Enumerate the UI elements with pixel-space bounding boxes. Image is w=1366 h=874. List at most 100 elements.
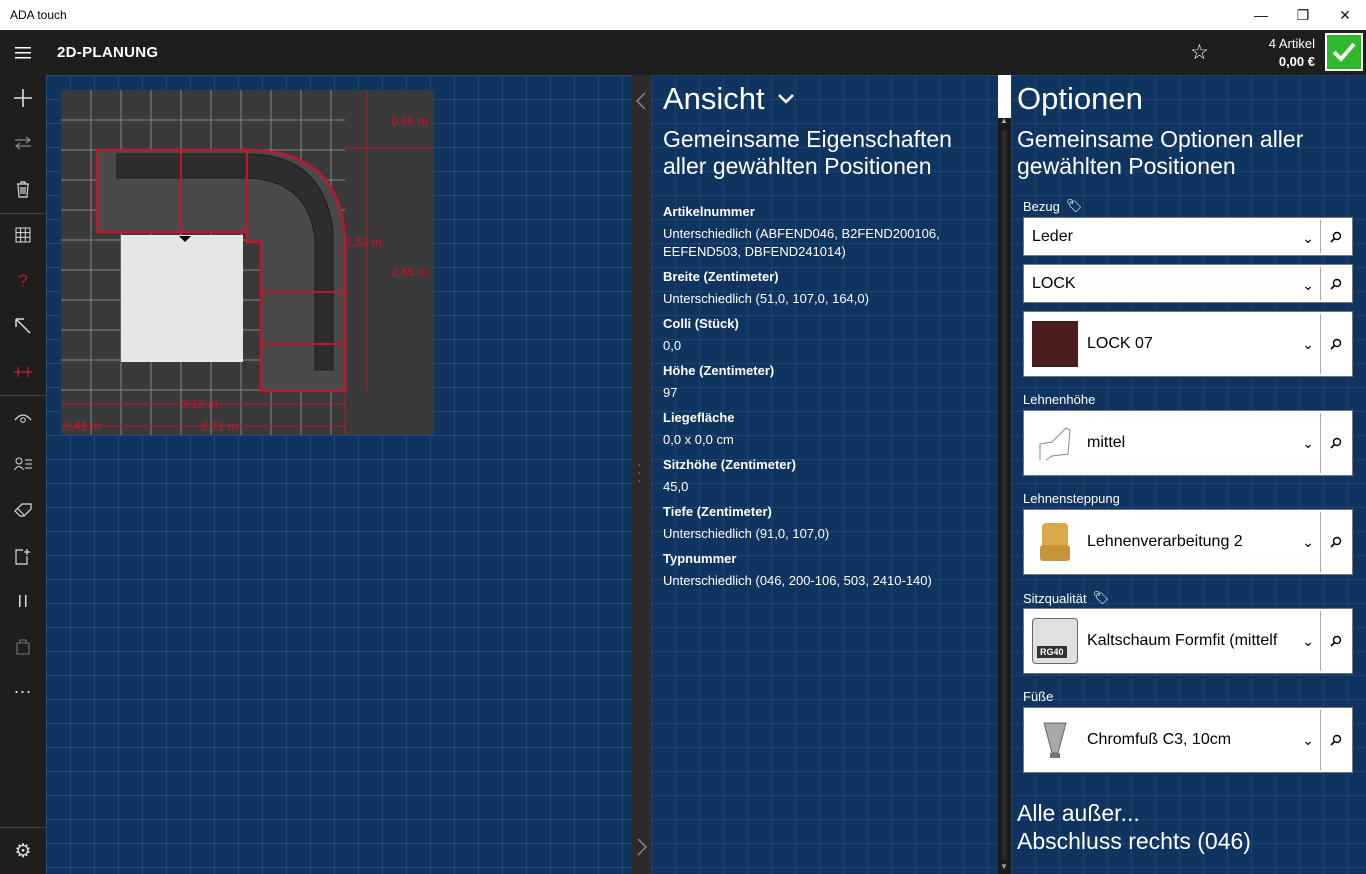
cart-total: 0,00 €: [1278, 54, 1315, 69]
close-button[interactable]: ✕: [1322, 0, 1366, 30]
settings-button[interactable]: ⚙: [0, 831, 46, 871]
scrollbar-thumb[interactable]: [1002, 130, 1007, 860]
property-value: 97: [663, 385, 678, 400]
chevron-down-icon: ⌄: [1302, 336, 1314, 352]
fuesse-select[interactable]: Chromfuß C3, 10cm ⌄: [1023, 707, 1353, 773]
view-title: Ansicht: [663, 81, 765, 116]
cart-count: 4 Artikel: [1268, 36, 1315, 51]
select-tool[interactable]: [0, 306, 46, 346]
search-button[interactable]: [1320, 220, 1350, 253]
search-icon: [1329, 635, 1341, 647]
property-label: Typnummer: [663, 551, 737, 566]
scroll-up-icon[interactable]: ▲: [1000, 116, 1008, 125]
measure-tool[interactable]: [0, 352, 46, 392]
property-value: 0,0 x 0,0 cm: [663, 432, 734, 447]
options-subtitle: Gemeinsame Optionen aller gewählten Posi…: [1017, 126, 1304, 179]
search-icon: [1329, 437, 1341, 449]
lehnenhoehe-select[interactable]: mittel ⌄: [1023, 410, 1353, 476]
toolbar-divider: [0, 395, 46, 396]
maximize-button[interactable]: ❐: [1280, 0, 1326, 30]
search-button[interactable]: [1320, 267, 1350, 300]
trash-icon: [17, 180, 29, 198]
properties-subtitle: Gemeinsame Eigenschaften aller gewählten…: [663, 126, 952, 179]
search-button[interactable]: [1320, 710, 1350, 770]
question-icon: ?: [18, 271, 28, 290]
bag-tool[interactable]: [0, 627, 46, 667]
toolbar-divider: [0, 213, 46, 214]
person-list-icon: [14, 457, 32, 471]
lehnenhoehe-label: Lehnenhöhe: [1023, 392, 1096, 407]
scroll-down-icon[interactable]: ▼: [1000, 862, 1008, 871]
checkmark-icon: [1332, 42, 1356, 62]
planning-canvas[interactable]: 0,66 m 3,32 m 2,65 m 3,12 m 0,41 m 2,71 …: [46, 75, 632, 874]
bezug-collection-select[interactable]: LOCK ⌄: [1023, 264, 1353, 303]
select-value: Leder: [1032, 228, 1073, 245]
armrest-height-icon: [1039, 427, 1071, 461]
menu-button[interactable]: [0, 30, 46, 75]
cushion-icon: [1040, 523, 1070, 561]
arrow-icon: [15, 318, 31, 334]
customer-tool[interactable]: [0, 444, 46, 484]
select-value: Chromfuß C3, 10cm: [1087, 731, 1232, 748]
pause-tool[interactable]: [0, 581, 46, 621]
minimize-icon: —: [1254, 7, 1268, 23]
options-title: Optionen: [1017, 81, 1143, 116]
bag-icon: [16, 639, 30, 655]
bezug-label-row: Bezug 🏷: [1023, 198, 1082, 214]
search-icon: [1329, 338, 1341, 350]
swap-icon: [14, 136, 32, 150]
property-value: 0,0: [663, 338, 682, 353]
view-tool[interactable]: [0, 398, 46, 438]
chevron-right-icon[interactable]: [636, 838, 648, 856]
minimize-button[interactable]: —: [1238, 0, 1284, 30]
property-value: Unterschiedlich (91,0, 107,0): [663, 526, 830, 541]
note-add-icon: [15, 548, 30, 565]
chevron-down-icon: ⌄: [1302, 277, 1314, 293]
property-label: Artikelnummer: [663, 204, 755, 219]
property-label: Liegefläche: [663, 410, 735, 425]
chrome-foot-icon: [1043, 722, 1067, 758]
view-dropdown[interactable]: Ansicht: [663, 81, 795, 117]
dim-label-top-right: 0,66 m: [391, 114, 428, 128]
property-label: Tiefe (Zentimeter): [663, 504, 772, 519]
help-tool[interactable]: ?: [0, 261, 46, 301]
floor-plan[interactable]: 0,66 m 3,32 m 2,65 m 3,12 m 0,41 m 2,71 …: [61, 90, 434, 435]
grid-tool[interactable]: [0, 215, 46, 255]
search-icon: [1329, 278, 1341, 290]
sitzqualitaet-select[interactable]: RG40 Kaltschaum Formfit (mittelf ⌄: [1023, 608, 1353, 674]
lehnensteppung-select[interactable]: Lehnenverarbeitung 2 ⌄: [1023, 509, 1353, 575]
drag-handle-icon[interactable]: · · ·: [637, 457, 642, 487]
hamburger-icon: [15, 46, 31, 58]
search-button[interactable]: [1320, 512, 1350, 572]
chevron-left-icon[interactable]: [635, 92, 647, 110]
dim-label-right-b: 2,65 m: [391, 265, 428, 279]
panel-splitter[interactable]: · · ·: [632, 75, 651, 874]
bezug-material-select[interactable]: Leder ⌄: [1023, 217, 1353, 256]
favorite-button[interactable]: ☆: [1190, 40, 1209, 65]
delete-tool[interactable]: [0, 169, 46, 209]
lehnensteppung-label: Lehnensteppung: [1023, 491, 1120, 506]
search-button[interactable]: [1320, 413, 1350, 473]
add-tool[interactable]: [0, 78, 46, 118]
confirm-button[interactable]: [1325, 33, 1363, 71]
swap-tool[interactable]: [0, 123, 46, 163]
gear-icon: ⚙: [14, 840, 32, 862]
property-label: Breite (Zentimeter): [663, 269, 779, 284]
sitzqualitaet-label: Sitzqualität: [1023, 590, 1087, 606]
window-titlebar: ADA touch — ❐ ✕: [0, 0, 1366, 30]
note-tool[interactable]: [0, 536, 46, 576]
dim-label-bottom-b: 2,71 m: [201, 419, 238, 433]
lehnensteppung-label-row: Lehnensteppung: [1023, 491, 1120, 506]
property-label: Sitzhöhe (Zentimeter): [663, 457, 796, 472]
foam-badge: RG40: [1037, 646, 1067, 658]
bezug-color-select[interactable]: LOCK 07 ⌄: [1023, 311, 1353, 377]
search-button[interactable]: [1320, 314, 1350, 374]
more-tool[interactable]: ⋯: [0, 672, 46, 712]
eraser-tool[interactable]: [0, 490, 46, 530]
dim-label-bottom-left: 0,41 m: [64, 419, 101, 433]
options-scrollbar[interactable]: ▲ ▼: [998, 116, 1011, 874]
search-button[interactable]: [1320, 611, 1350, 671]
tag-icon: 🏷: [1092, 590, 1110, 605]
exceptions-title: Alle außer...: [1017, 800, 1140, 826]
chevron-down-icon: [777, 94, 794, 104]
